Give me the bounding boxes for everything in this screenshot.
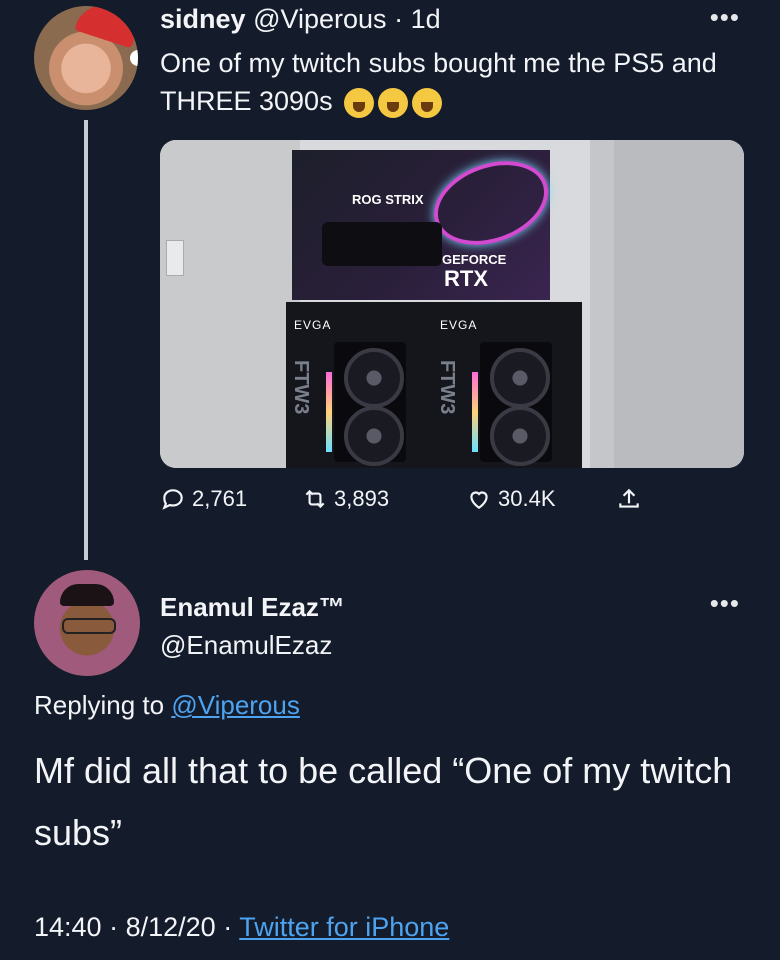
meta-separator: ·	[223, 912, 233, 942]
replying-prefix: Replying to	[34, 690, 165, 720]
reply-date[interactable]: 8/12/20	[126, 912, 216, 942]
hat-pompom	[130, 50, 138, 66]
meta-separator: ·	[109, 912, 119, 942]
replying-to-line: Replying to @Viperous	[34, 690, 300, 721]
tweet-text: One of my twitch subs bought me the PS5 …	[160, 44, 740, 120]
fan	[344, 406, 404, 466]
wall-right	[614, 140, 744, 468]
rog-strix-label: ROG STRIX	[352, 192, 424, 207]
retweet-action[interactable]: 3,893	[302, 486, 389, 512]
evga-label: EVGA	[294, 318, 332, 332]
tweet-time[interactable]: 1d	[411, 4, 441, 34]
fan	[344, 348, 404, 408]
retweet-icon	[305, 489, 325, 509]
more-options-icon[interactable]: •••	[710, 588, 740, 619]
source-link[interactable]: Twitter for iPhone	[239, 912, 449, 942]
tweet-actions: 2,761 3,893 30.4K	[160, 486, 660, 522]
tweet-header: sidney @Viperous · 1d	[160, 4, 441, 35]
rog-strix-box: ROG STRIX GEFORCE RTX	[292, 146, 560, 300]
geforce-label: GEFORCE	[442, 252, 507, 267]
evga-box-left: EVGA FTW3	[286, 302, 436, 468]
loudly-crying-face-icon	[412, 87, 443, 118]
reply-tweet: Enamul Ezaz™ @EnamulEzaz ••• Replying to…	[0, 560, 780, 960]
retweet-count: 3,893	[334, 486, 390, 511]
santa-hat	[74, 6, 138, 49]
reply-time[interactable]: 14:40	[34, 912, 102, 942]
reply-meta: 14:40 · 8/12/20 · Twitter for iPhone	[34, 912, 449, 943]
loudly-crying-face-icon	[378, 87, 409, 118]
author-name[interactable]: sidney	[160, 4, 246, 34]
avatar-hair	[60, 584, 114, 606]
reply-author-handle[interactable]: @EnamulEzaz	[160, 630, 332, 661]
like-count: 30.4K	[498, 486, 556, 511]
share-icon	[619, 488, 639, 508]
rtx-label: RTX	[444, 266, 488, 291]
ftw3-label: FTW3	[290, 360, 312, 415]
loudly-crying-face-icon	[344, 87, 375, 118]
rgb-stripe	[326, 372, 332, 452]
evga-label: EVGA	[440, 318, 478, 332]
fan	[490, 406, 550, 466]
rgb-stripe	[472, 372, 478, 452]
wall-left	[160, 140, 300, 468]
reply-count: 2,761	[192, 486, 248, 511]
evga-box-right: EVGA FTW3	[432, 302, 582, 468]
ftw3-label: FTW3	[436, 360, 458, 415]
avatar-glasses	[62, 618, 116, 634]
fan	[490, 348, 550, 408]
heart-icon	[470, 491, 488, 509]
thread-line	[84, 120, 88, 560]
rog-card-render	[322, 222, 442, 266]
reply-text: Mf did all that to be called “One of my …	[34, 750, 733, 853]
header-separator: ·	[394, 4, 404, 34]
more-options-icon[interactable]: •••	[710, 2, 740, 33]
tweet-photo[interactable]: ROG STRIX GEFORCE RTX EVGA FTW3 EVGA FTW…	[160, 140, 744, 468]
replying-to-link[interactable]: @Viperous	[171, 690, 300, 720]
share-action[interactable]	[616, 486, 642, 512]
sidney-avatar[interactable]	[34, 6, 138, 110]
rog-logo-swirl	[422, 146, 560, 260]
original-tweet: sidney @Viperous · 1d ••• One of my twit…	[0, 0, 780, 560]
author-handle[interactable]: @Viperous	[253, 4, 386, 34]
enamul-avatar[interactable]	[34, 570, 140, 676]
reply-action[interactable]: 2,761	[160, 486, 247, 512]
reply-author-name[interactable]: Enamul Ezaz™	[160, 592, 345, 623]
light-switch	[166, 240, 184, 276]
like-action[interactable]: 30.4K	[466, 486, 556, 512]
reply-icon	[162, 489, 183, 510]
